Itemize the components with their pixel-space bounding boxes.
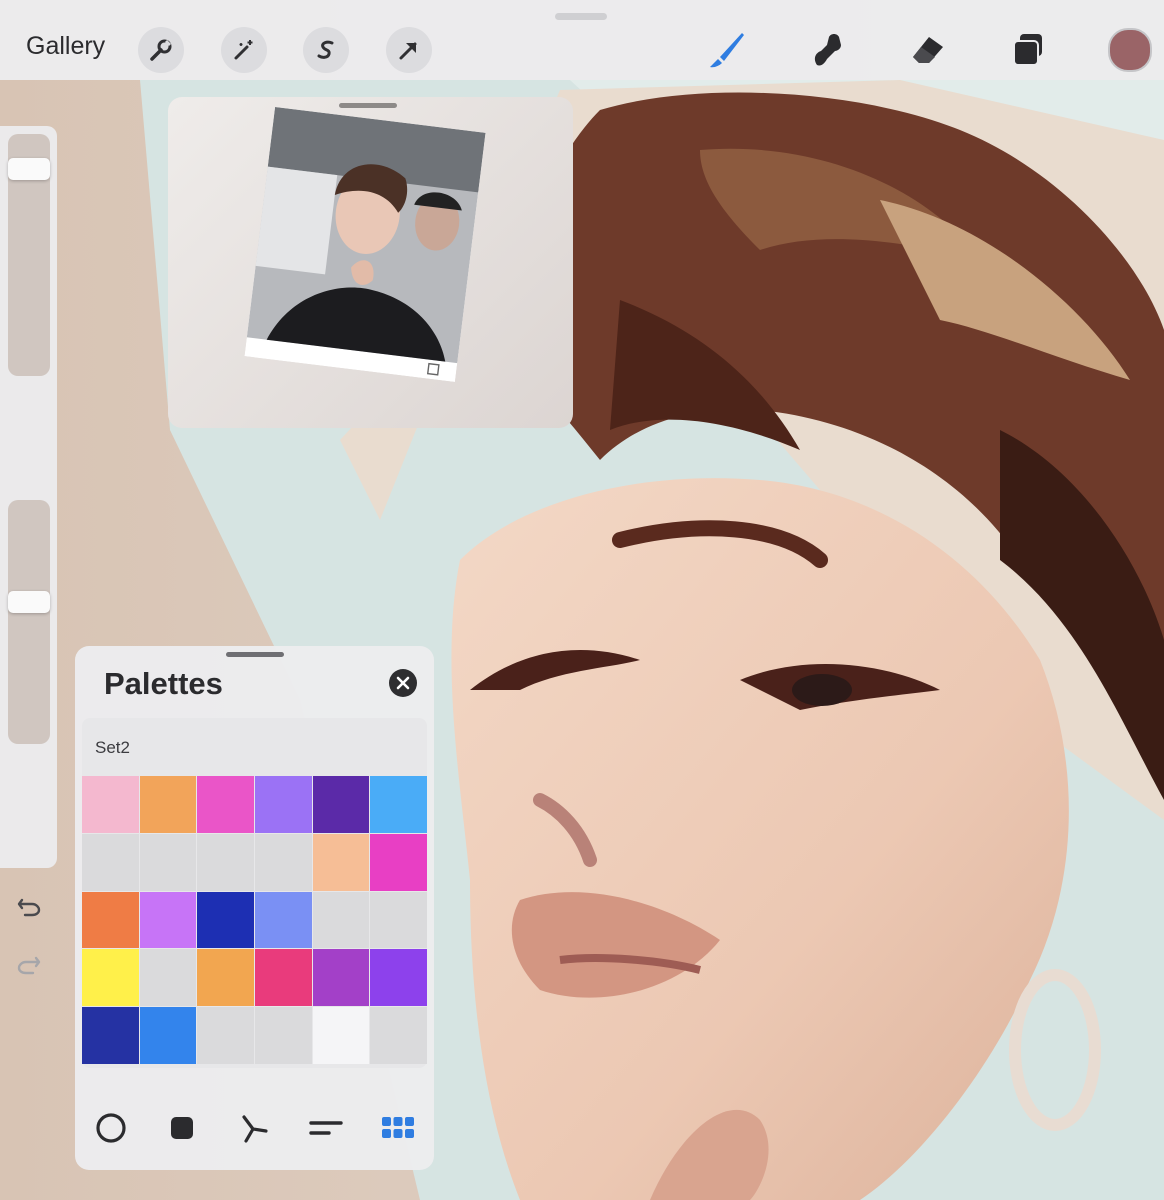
palettes-title: Palettes: [104, 666, 223, 701]
color-swatch[interactable]: [82, 776, 139, 833]
color-swatch[interactable]: [255, 833, 312, 891]
color-swatch[interactable]: [139, 1007, 197, 1064]
transform-arrow-icon: [399, 42, 417, 60]
close-icon: [396, 676, 410, 690]
color-swatch[interactable]: [139, 776, 197, 833]
color-swatch[interactable]: [312, 949, 370, 1007]
adjustments-button[interactable]: [221, 27, 267, 73]
redo-button[interactable]: [15, 950, 43, 978]
color-swatch[interactable]: [370, 833, 427, 891]
tab-palettes[interactable]: [378, 1108, 418, 1148]
smudge-tool-button[interactable]: [804, 26, 850, 72]
opacity-slider[interactable]: [8, 500, 50, 744]
color-swatch[interactable]: [312, 1007, 370, 1064]
top-toolbar: Gallery: [0, 0, 1164, 80]
color-swatch[interactable]: [197, 833, 254, 891]
color-swatch[interactable]: [197, 776, 254, 833]
brush-icon: [710, 33, 744, 68]
color-swatch[interactable]: [139, 833, 197, 891]
color-swatch[interactable]: [370, 1007, 427, 1064]
brush-tool-button[interactable]: [703, 26, 749, 72]
magic-wand-icon: [234, 40, 253, 60]
transform-button[interactable]: [386, 27, 432, 73]
color-swatch[interactable]: [255, 776, 312, 833]
selection-button[interactable]: [303, 27, 349, 73]
color-swatch[interactable]: [139, 891, 197, 949]
swatch-grid: [82, 776, 427, 1064]
palettes-drag-handle[interactable]: [226, 652, 284, 657]
classic-square-icon: [171, 1117, 193, 1139]
selection-s-icon: [317, 40, 334, 59]
reference-drag-handle[interactable]: [339, 103, 397, 108]
color-swatch[interactable]: [312, 833, 370, 891]
tab-value[interactable]: [306, 1108, 346, 1148]
actions-button[interactable]: [138, 27, 184, 73]
gallery-button[interactable]: Gallery: [26, 32, 105, 61]
smudge-icon: [814, 34, 841, 66]
opacity-handle[interactable]: [8, 591, 50, 613]
palette-name[interactable]: Set2: [95, 738, 130, 758]
color-swatch[interactable]: [312, 776, 370, 833]
color-swatch[interactable]: [370, 891, 427, 949]
color-swatch[interactable]: [370, 949, 427, 1007]
left-sidebar: [0, 126, 57, 975]
color-swatch[interactable]: [370, 776, 427, 833]
reference-photo: [244, 107, 486, 382]
close-button[interactable]: [389, 669, 417, 697]
color-swatch[interactable]: [312, 891, 370, 949]
palettes-panel: Palettes Set2: [75, 646, 434, 1170]
color-swatch[interactable]: [255, 1007, 312, 1064]
disc-icon: [96, 1113, 126, 1143]
palette-grid-icon: [382, 1117, 414, 1138]
current-color-button[interactable]: [1108, 28, 1152, 72]
tab-disc[interactable]: [91, 1108, 131, 1148]
eraser-icon: [913, 37, 943, 63]
color-swatch[interactable]: [82, 949, 139, 1007]
color-swatch[interactable]: [82, 1007, 139, 1064]
value-sliders-icon: [309, 1121, 343, 1135]
color-swatch[interactable]: [197, 949, 254, 1007]
color-swatch[interactable]: [197, 1007, 254, 1064]
palette-card: Set2: [82, 718, 427, 1068]
color-swatch[interactable]: [82, 891, 139, 949]
color-swatch[interactable]: [82, 833, 139, 891]
layers-icon: [1013, 34, 1042, 66]
undo-button[interactable]: [15, 892, 43, 920]
eraser-tool-button[interactable]: [904, 26, 950, 72]
color-swatch[interactable]: [255, 891, 312, 949]
undo-icon: [17, 898, 41, 917]
color-mode-tabs: [75, 1108, 434, 1148]
wrench-icon: [150, 39, 172, 61]
color-swatch[interactable]: [197, 891, 254, 949]
tab-harmony[interactable]: [233, 1108, 273, 1148]
color-swatch[interactable]: [255, 949, 312, 1007]
color-swatch[interactable]: [139, 949, 197, 1007]
layers-button[interactable]: [1005, 26, 1051, 72]
harmony-icon: [242, 1115, 268, 1143]
home-indicator: [555, 13, 607, 20]
brush-size-handle[interactable]: [8, 158, 50, 180]
redo-icon: [17, 956, 41, 975]
tab-classic[interactable]: [162, 1108, 202, 1148]
